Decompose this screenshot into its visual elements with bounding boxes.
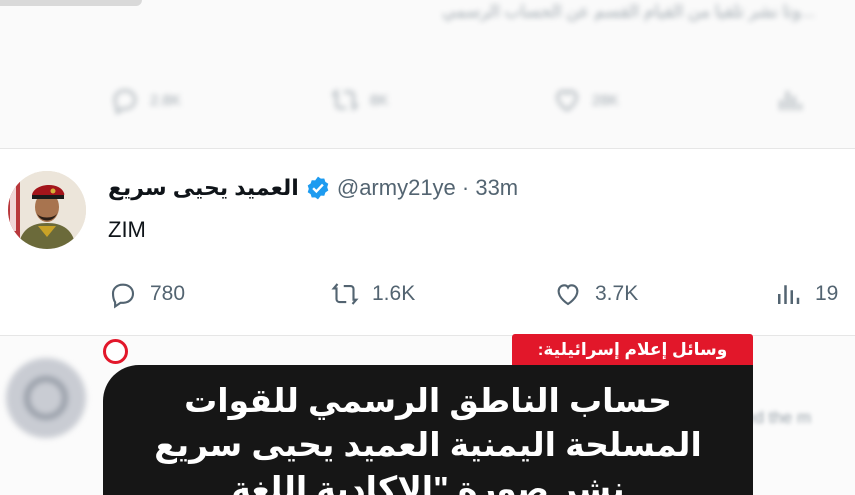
- handle-timestamp[interactable]: @army21ye · 33m: [337, 175, 518, 201]
- previous-views-button[interactable]: [775, 85, 815, 115]
- previous-reply-count: 2.8K: [150, 91, 181, 109]
- previous-tweet-text: ...وتا نشر تلقيا من القيام القسم عن الحس…: [442, 2, 815, 21]
- soldier-avatar-icon: [8, 171, 86, 249]
- previous-tweet: ...وتا نشر تلقيا من القيام القسم عن الحس…: [0, 0, 855, 148]
- display-name[interactable]: العميد يحيى سريع: [108, 175, 299, 201]
- like-icon: [556, 90, 578, 112]
- like-count: 3.7K: [595, 282, 639, 305]
- views-button[interactable]: 19: [773, 279, 838, 309]
- views-icon: [778, 285, 800, 304]
- news-headline-card: حساب الناطق الرسمي للقوات المسلحة اليمني…: [103, 365, 753, 495]
- top-corner-shape: [0, 0, 142, 6]
- next-tweet-avatar: [6, 358, 86, 438]
- retweet-button[interactable]: 1.6K: [330, 279, 415, 309]
- reply-count: 780: [150, 282, 186, 305]
- previous-reply-button[interactable]: 2.8K: [110, 85, 181, 115]
- next-tweet-avatar-ring: [24, 376, 68, 420]
- news-source-tag: وسائل إعلام إسرائيلية:: [512, 334, 753, 365]
- previous-retweet-count: 8K: [370, 91, 389, 109]
- reply-button[interactable]: 780: [108, 279, 185, 309]
- retweet-count: 1.6K: [372, 282, 416, 305]
- verified-badge-icon: [307, 176, 329, 200]
- tweet-card[interactable]: العميد يحيى سريع @army21ye · 33m ZIM 780…: [0, 149, 855, 335]
- headline-line-2: المسلحة اليمنية العميد يحيى سريع: [154, 426, 702, 463]
- next-tweet-text: ed the m: [745, 408, 812, 427]
- news-headline: حساب الناطق الرسمي للقوات المسلحة اليمني…: [103, 379, 753, 495]
- avatar[interactable]: [8, 171, 86, 249]
- reply-icon: [111, 283, 135, 309]
- previous-like-button[interactable]: 28K: [552, 85, 619, 115]
- previous-like-count: 28K: [592, 91, 619, 109]
- views-count: 19: [815, 282, 839, 305]
- previous-retweet-button[interactable]: 8K: [330, 85, 388, 115]
- like-button[interactable]: 3.7K: [553, 279, 638, 309]
- reply-icon: [113, 89, 137, 115]
- headline-line-1: حساب الناطق الرسمي للقوات: [184, 382, 672, 419]
- retweet-icon: [331, 283, 359, 305]
- like-icon: [557, 284, 579, 306]
- previous-tweet-actions: 2.8K 8K 28K: [0, 85, 855, 121]
- live-dot-icon: [103, 339, 128, 364]
- tweet-text: ZIM: [108, 217, 146, 242]
- tweet-header: العميد يحيى سريع @army21ye · 33m: [108, 175, 518, 201]
- tweet-actions: 780 1.6K 3.7K 19: [108, 279, 855, 313]
- retweet-icon: [331, 89, 359, 111]
- headline-line-3: نشر صورة "الاكادية اللغة: [231, 470, 625, 495]
- views-icon: [780, 91, 802, 110]
